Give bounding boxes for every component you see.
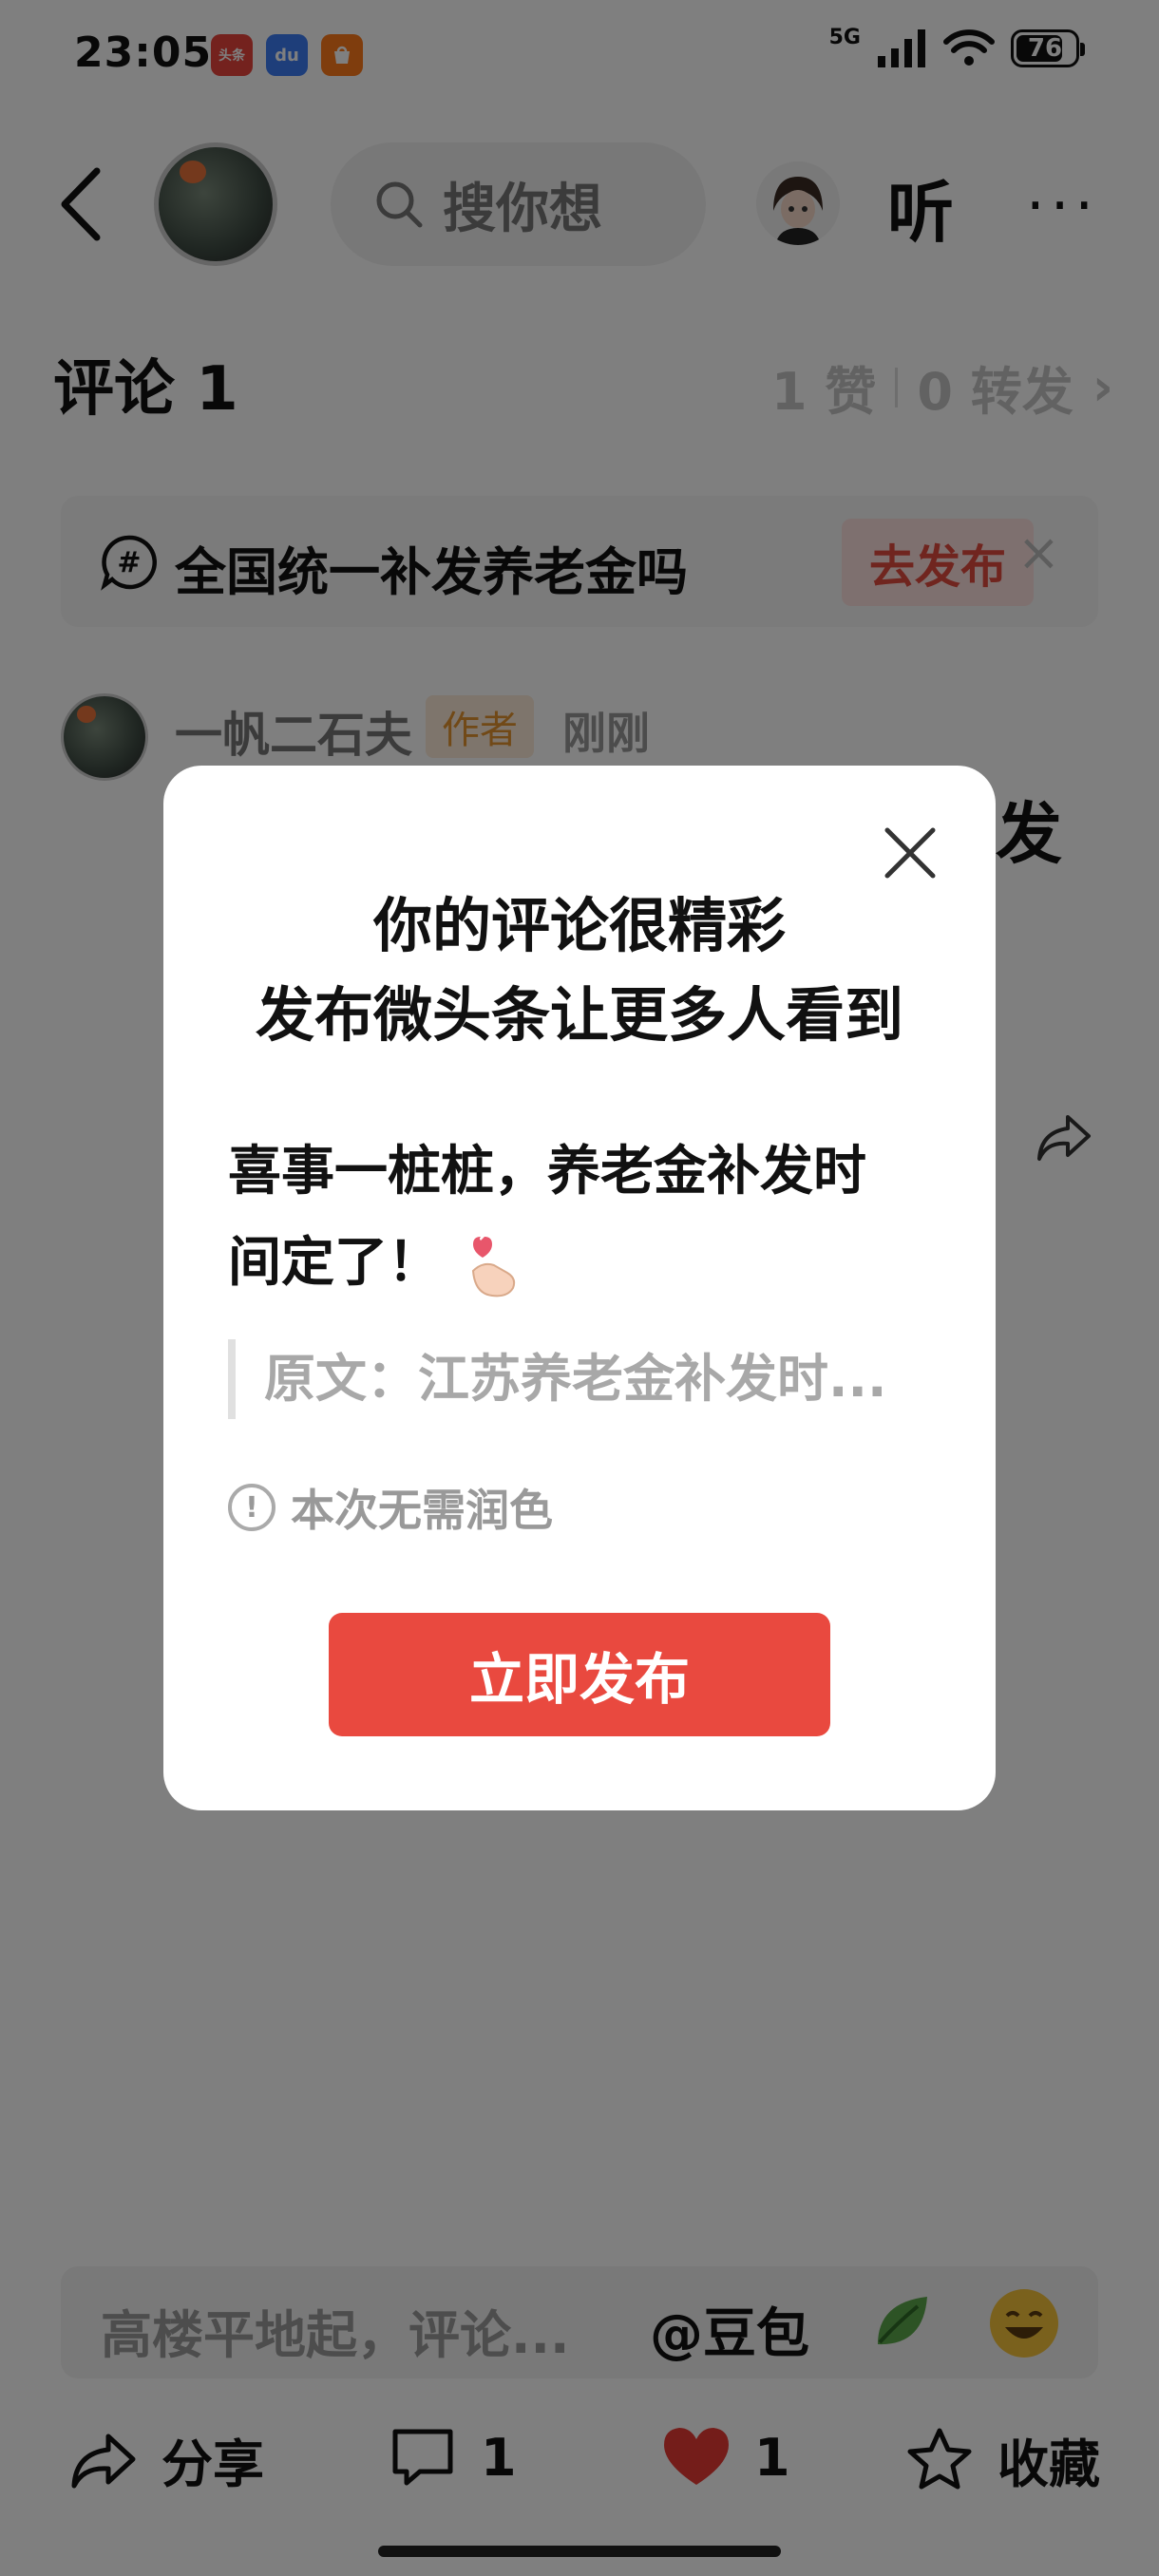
dialog-body-text: 喜事一桩桩，养老金补发时 间定了！ [228, 1127, 931, 1309]
polish-note-text: 本次无需润色 [291, 1485, 553, 1536]
article-comments-page: 23:05 头条 du 5G 76 [0, 0, 1159, 2576]
original-text-quote: 原文：江苏养老金补发时... [228, 1339, 931, 1419]
finger-heart-emoji-icon [460, 1233, 526, 1299]
polish-note: ! 本次无需润色 [228, 1476, 553, 1539]
body-line-1: 喜事一桩桩，养老金补发时 [228, 1141, 866, 1203]
body-line-2-wrap: 间定了！ [228, 1218, 931, 1309]
info-icon: ! [228, 1484, 276, 1531]
publish-now-button[interactable]: 立即发布 [329, 1613, 830, 1736]
dialog-subtitle: 发布微头条让更多人看到 [255, 980, 903, 1050]
dialog-title: 你的评论很精彩 [372, 891, 786, 960]
close-icon[interactable] [880, 823, 940, 883]
publish-prompt-dialog: 你的评论很精彩 发布微头条让更多人看到 喜事一桩桩，养老金补发时 间定了！ 原文… [163, 766, 996, 1810]
home-indicator[interactable] [378, 2546, 781, 2557]
body-line-2: 间定了！ [228, 1232, 441, 1294]
